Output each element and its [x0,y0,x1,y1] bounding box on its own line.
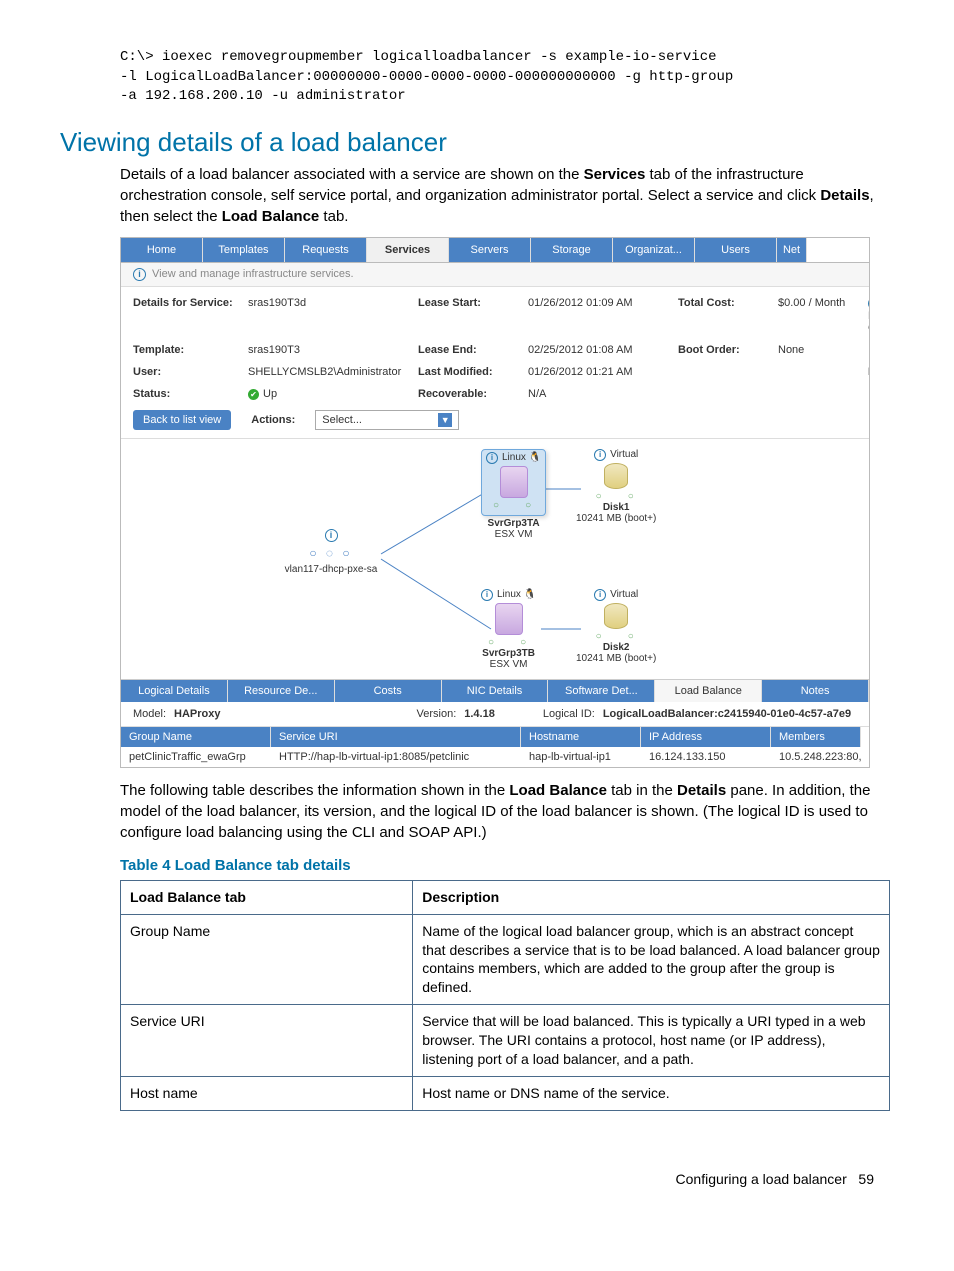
subtab-resource-details[interactable]: Resource De... [228,680,335,702]
tab-organizations[interactable]: Organizat... [613,238,695,262]
subtab-software-details[interactable]: Software Det... [548,680,655,702]
disk-node-1[interactable]: iVirtual ○ ○ Disk1 10241 MB (boot+) [576,449,656,524]
vlan-node[interactable]: i ○ ◌ ○ vlan117-dhcp-pxe-sa [271,529,391,575]
service-details: Details for Service: sras190T3d Lease St… [121,287,869,410]
recoverable-label: Recoverable: [418,388,528,400]
billing-info-icon[interactable]: i [868,297,870,310]
subtab-notes[interactable]: Notes [762,680,869,702]
total-cost-label: Total Cost: [678,297,778,334]
service-value: sras190T3d [248,297,418,334]
server-node-1[interactable]: iLinux 🐧 ○ ○ SvrGrp3TA ESX VM [481,449,546,540]
details-table: Load Balance tab Description Group Name … [120,880,890,1111]
code-block: C:\> ioexec removegroupmember logicalloa… [120,48,894,107]
status-value: Up [248,388,418,400]
info-bar: iView and manage infrastructure services… [121,263,869,287]
info-icon: i [133,268,146,281]
subtab-logical-details[interactable]: Logical Details [121,680,228,702]
template-label: Template: [133,344,248,356]
sub-tabs: Logical Details Resource De... Costs NIC… [121,679,869,702]
post-text: The following table describes the inform… [120,780,894,843]
tab-services[interactable]: Services [367,238,449,262]
table-row: Service URI Service that will be load ba… [121,1005,890,1077]
lease-end-value: 02/25/2012 01:08 AM [528,344,678,356]
lb-table-headers: Group Name Service URI Hostname IP Addre… [121,727,869,747]
actions-select[interactable]: Select... ▼ [315,410,459,430]
template-value: sras190T3 [248,344,418,356]
back-to-list-button[interactable]: Back to list view [133,410,231,430]
dropdown-arrow-icon: ▼ [438,413,452,427]
tab-users[interactable]: Users [695,238,777,262]
service-label: Details for Service: [133,297,248,334]
disk-node-2[interactable]: iVirtual ○ ○ Disk2 10241 MB (boot+) [576,589,656,664]
ui-screenshot: Home Templates Requests Services Servers… [120,237,870,768]
lease-end-label: Lease End: [418,344,528,356]
subtab-costs[interactable]: Costs [335,680,442,702]
table-header-2: Description [413,880,890,914]
actions-label: Actions: [251,414,295,426]
user-value: SHELLYCMSLB2\Administrator [248,366,418,378]
tab-requests[interactable]: Requests [285,238,367,262]
server-node-2[interactable]: iLinux 🐧 ○ ○ SvrGrp3TB ESX VM [481,589,536,670]
tab-networks[interactable]: Net [777,238,807,262]
recoverable-value: N/A [528,388,678,400]
total-cost-value: $0.00 / Month [778,297,868,334]
last-modified-value: 01/26/2012 01:21 AM [528,366,678,378]
notes-label: Notes: [868,366,870,378]
lease-start-label: Lease Start: [418,297,528,334]
topology-diagram: i ○ ◌ ○ vlan117-dhcp-pxe-sa iLinux 🐧 ○ ○… [121,439,869,679]
nav-tabs: Home Templates Requests Services Servers… [121,238,869,263]
lb-table-row: petClinicTraffic_ewaGrp HTTP://hap-lb-vi… [121,747,869,767]
table-row: Group Name Name of the logical load bala… [121,914,890,1005]
subtab-load-balance[interactable]: Load Balance [655,680,762,702]
intro-paragraph: Details of a load balancer associated wi… [120,164,894,227]
billing-code-label: Billing Co [868,310,870,334]
page-footer: Configuring a load balancer 59 [60,1171,894,1187]
last-modified-label: Last Modified: [418,366,528,378]
tab-servers[interactable]: Servers [449,238,531,262]
tab-storage[interactable]: Storage [531,238,613,262]
subtab-nic-details[interactable]: NIC Details [442,680,549,702]
boot-order-label: Boot Order: [678,344,778,356]
tab-home[interactable]: Home [121,238,203,262]
lease-start-value: 01/26/2012 01:09 AM [528,297,678,334]
section-heading: Viewing details of a load balancer [60,127,894,158]
table-header-1: Load Balance tab [121,880,413,914]
table-caption: Table 4 Load Balance tab details [120,857,894,874]
load-balance-meta: Model: HAProxy Version: 1.4.18 Logical I… [121,702,869,727]
user-label: User: [133,366,248,378]
boot-order-value: None [778,344,868,356]
tab-templates[interactable]: Templates [203,238,285,262]
table-row: Host name Host name or DNS name of the s… [121,1076,890,1110]
status-label: Status: [133,388,248,400]
